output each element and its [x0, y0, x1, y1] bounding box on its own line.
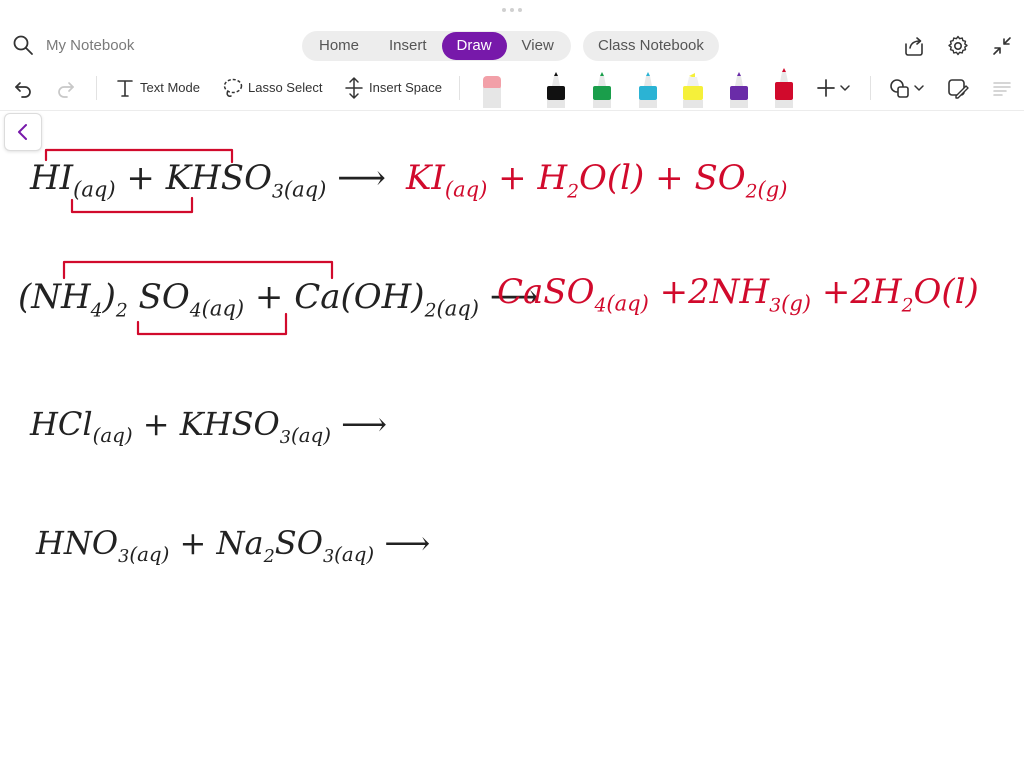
khso3-formula: KHSO	[179, 405, 280, 443]
red-pen-icon[interactable]	[773, 66, 795, 108]
draw-toolbar: Text Mode Lasso Select Insert Space	[0, 66, 1024, 111]
insert-space-button[interactable]: Insert Space	[369, 80, 442, 95]
ki-formula: KI	[406, 158, 445, 198]
eraser-icon[interactable]	[481, 70, 503, 108]
chevron-down-icon[interactable]	[912, 76, 926, 100]
equation-3: HCl(aq) + KHSO3(aq) ⟶	[30, 405, 387, 448]
green-pen-icon[interactable]	[591, 70, 613, 108]
subscript: 2	[263, 546, 275, 567]
state-label: (aq)	[283, 176, 327, 202]
subscript: 3	[271, 181, 284, 203]
share-icon[interactable]	[902, 34, 926, 58]
tab-insert[interactable]: Insert	[374, 32, 442, 60]
hno3-formula: HNO	[36, 524, 119, 562]
black-pen-icon[interactable]	[545, 70, 567, 108]
notebook-name[interactable]: My Notebook	[46, 37, 134, 54]
water-formula-rest: O(l)	[579, 158, 645, 198]
plus-sign: +	[655, 158, 684, 198]
yellow-highlighter-icon[interactable]	[682, 70, 704, 108]
water-formula: H	[537, 158, 568, 198]
subscript: 3	[118, 546, 130, 567]
redo-icon[interactable]	[54, 76, 78, 100]
plus-sign: +	[179, 524, 207, 562]
plus-sign: +	[142, 405, 170, 443]
window-drag-handle[interactable]	[502, 8, 522, 14]
equation-2-products: CaSO4(aq) +2NH3(g) +2H2O(l)	[497, 272, 979, 316]
subscript: 4	[594, 295, 607, 317]
toolbar-divider	[459, 76, 460, 100]
reaction-arrow: ⟶	[337, 158, 386, 198]
back-button[interactable]	[4, 113, 42, 151]
state-label: (g)	[781, 290, 812, 316]
sodium-sulfite-formula: Na	[216, 524, 264, 562]
plus-sign: +	[498, 158, 527, 198]
water-formula-rest: O(l)	[913, 272, 979, 312]
ion-swap-bracket	[44, 148, 234, 214]
ammonia-formula: +2NH	[659, 272, 770, 312]
chevron-down-icon[interactable]	[838, 76, 852, 100]
subscript: 2	[567, 181, 580, 203]
water-formula: +2H	[821, 272, 902, 312]
tab-view[interactable]: View	[507, 32, 569, 60]
hcl-formula: HCl	[30, 405, 93, 443]
so2-formula: SO	[694, 158, 746, 198]
ink-to-shape-icon[interactable]	[946, 76, 970, 100]
subscript: 2	[424, 300, 437, 322]
text-mode-button[interactable]: Text Mode	[140, 80, 200, 95]
shapes-icon[interactable]	[888, 76, 912, 100]
insert-space-icon[interactable]	[342, 76, 366, 100]
title-bar: My Notebook Home Insert Draw View Class …	[0, 0, 1024, 66]
subscript: 2	[745, 181, 758, 203]
subscript: 2	[901, 295, 914, 317]
state-label: (aq)	[129, 542, 170, 566]
add-pen-icon[interactable]	[814, 76, 838, 100]
reaction-arrow: ⟶	[341, 405, 387, 443]
tab-class-notebook[interactable]: Class Notebook	[583, 31, 719, 61]
purple-pen-icon[interactable]	[728, 70, 750, 108]
equation-1-products: KI(aq) + H2O(l) + SO2(g)	[406, 158, 787, 202]
sulfite-formula: SO	[274, 524, 323, 562]
teal-pen-icon[interactable]	[637, 70, 659, 108]
ink-to-text-icon[interactable]	[990, 76, 1014, 100]
toolbar-divider	[96, 76, 97, 100]
tab-home[interactable]: Home	[304, 32, 374, 60]
toolbar-divider	[870, 76, 871, 100]
collapse-icon[interactable]	[990, 34, 1014, 58]
state-label: (aq)	[606, 290, 649, 316]
subscript: 3	[279, 427, 291, 448]
reaction-arrow: ⟶	[384, 524, 431, 562]
state-label: (aq)	[334, 542, 375, 566]
state-label: (aq)	[290, 423, 331, 447]
state-label: (aq)	[444, 176, 488, 202]
search-icon[interactable]	[12, 34, 34, 56]
state-label: (aq)	[436, 295, 479, 321]
lasso-select-icon[interactable]	[221, 76, 245, 100]
tab-draw[interactable]: Draw	[441, 32, 507, 60]
subscript: 3	[769, 295, 782, 317]
undo-icon[interactable]	[11, 76, 35, 100]
lasso-select-button[interactable]: Lasso Select	[248, 80, 322, 95]
state-label: (g)	[757, 176, 788, 202]
gear-icon[interactable]	[946, 34, 970, 58]
ion-swap-bracket	[62, 260, 334, 336]
text-mode-icon[interactable]	[113, 76, 137, 100]
caso4-formula: CaSO	[497, 272, 595, 312]
equation-4: HNO3(aq) + Na2SO3(aq) ⟶	[36, 524, 430, 567]
state-label: (aq)	[92, 423, 133, 447]
subscript: 3	[322, 546, 335, 567]
chevron-left-icon	[18, 124, 27, 140]
ribbon-tabs: Home Insert Draw View	[302, 31, 571, 61]
